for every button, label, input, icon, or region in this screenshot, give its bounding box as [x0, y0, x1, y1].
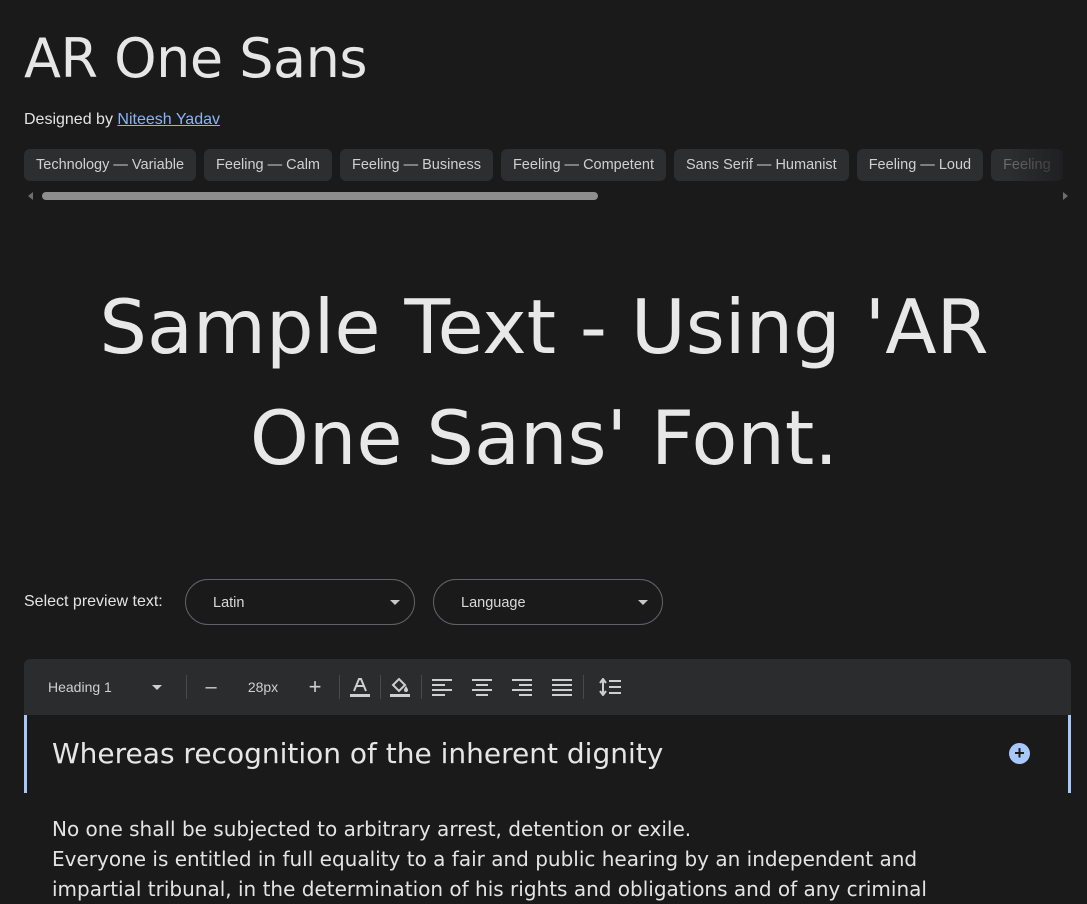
tag-chip[interactable]: Feeling — Loud: [856, 149, 984, 181]
toolbar-divider: [339, 675, 340, 699]
text-color-icon[interactable]: [346, 659, 374, 715]
editor-body[interactable]: No one shall be subjected to arbitrary a…: [52, 814, 1052, 904]
designer-line: Designed by Niteesh Yadav: [24, 111, 220, 129]
tag-chip[interactable]: Feeling — Competent: [500, 149, 666, 181]
tags-scrollbar[interactable]: [24, 190, 1072, 202]
align-right-icon[interactable]: [508, 659, 536, 715]
toolbar-divider: [583, 675, 584, 699]
align-justify-icon[interactable]: [548, 659, 576, 715]
editor-heading-block[interactable]: Whereas recognition of the inherent dign…: [24, 715, 1071, 793]
add-block-icon[interactable]: +: [1009, 743, 1030, 764]
decrease-size-button[interactable]: –: [196, 659, 226, 715]
editor-paragraph-line[interactable]: Everyone is entitled in full equality to…: [52, 844, 1052, 874]
caret-down-icon: [638, 600, 648, 605]
text-style-value: Heading 1: [48, 679, 112, 695]
designer-link[interactable]: Niteesh Yadav: [117, 111, 220, 128]
align-center-icon[interactable]: [468, 659, 496, 715]
highlight-color-icon[interactable]: [386, 659, 414, 715]
tag-chip[interactable]: Feeling — Business: [340, 149, 493, 181]
language-select-placeholder: Language: [461, 595, 526, 611]
editor-paragraph-line[interactable]: impartial tribunal, in the determination…: [52, 874, 1052, 904]
language-select[interactable]: Language: [433, 579, 663, 625]
tag-chip[interactable]: Sans Serif — Humanist: [674, 149, 849, 181]
sample-text-preview: Sample Text - Using 'AR One Sans' Font.: [99, 283, 989, 482]
script-select-value: Latin: [213, 595, 245, 611]
editor-heading-text[interactable]: Whereas recognition of the inherent dign…: [52, 737, 663, 770]
script-select[interactable]: Latin: [185, 579, 415, 625]
scroll-right-arrow-icon[interactable]: [1063, 192, 1068, 200]
designed-by-label: Designed by: [24, 111, 113, 128]
font-size-value[interactable]: 28px: [236, 659, 290, 715]
caret-down-icon: [152, 685, 162, 690]
caret-down-icon: [390, 600, 400, 605]
line-height-icon[interactable]: [596, 659, 624, 715]
tag-chip[interactable]: Technology — Variable: [24, 149, 197, 181]
tag-list: Technology — Variable Feeling — Calm Fee…: [24, 149, 1087, 182]
font-title: AR One Sans: [24, 27, 367, 90]
editor-paragraph-line[interactable]: No one shall be subjected to arbitrary a…: [52, 814, 1052, 844]
align-left-icon[interactable]: [428, 659, 456, 715]
increase-size-button[interactable]: +: [300, 659, 330, 715]
editor-toolbar: Heading 1 – 28px +: [24, 659, 1071, 715]
toolbar-divider: [186, 675, 187, 699]
tag-fade-overlay: [1007, 149, 1087, 182]
tag-chip[interactable]: Feeling — Calm: [204, 149, 332, 181]
toolbar-divider: [421, 675, 422, 699]
scroll-left-arrow-icon[interactable]: [28, 192, 33, 200]
preview-text-label: Select preview text:: [24, 593, 163, 610]
toolbar-divider: [380, 675, 381, 699]
text-style-select[interactable]: Heading 1: [36, 659, 176, 715]
scrollbar-thumb[interactable]: [42, 192, 598, 200]
